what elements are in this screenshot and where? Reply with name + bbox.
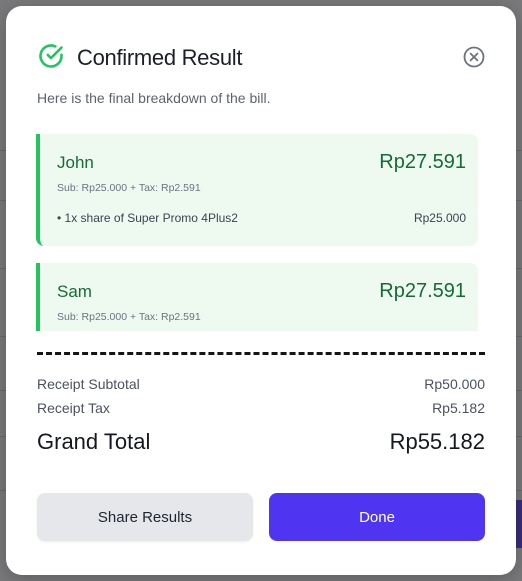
subtotal-row: Receipt Subtotal Rp50.000 xyxy=(37,376,485,394)
line-item-amount: Rp25.000 xyxy=(413,211,466,225)
tax-row: Receipt Tax Rp5.182 xyxy=(37,400,485,418)
grand-total-row: Grand Total Rp55.182 xyxy=(37,429,485,457)
person-card: Sam Rp27.591 Sub: Rp25.000 + Tax: Rp2.59… xyxy=(36,263,478,331)
tax-label: Receipt Tax xyxy=(37,400,110,416)
dialog-subtitle: Here is the final breakdown of the bill. xyxy=(37,90,271,106)
dashed-divider xyxy=(37,352,485,355)
person-breakdown: Sub: Rp25.000 + Tax: Rp2.591 xyxy=(57,311,201,323)
check-circle-icon xyxy=(39,44,63,68)
close-circle-icon[interactable] xyxy=(462,45,486,69)
person-total: Rp27.591 xyxy=(379,280,466,302)
person-name: John xyxy=(57,153,94,172)
person-card: John Rp27.591 Sub: Rp25.000 + Tax: Rp2.5… xyxy=(36,134,478,246)
dialog-title: Confirmed Result xyxy=(77,45,243,70)
subtotal-label: Receipt Subtotal xyxy=(37,376,140,392)
confirmed-result-dialog: Confirmed Result Here is the final break… xyxy=(6,6,516,575)
person-total: Rp27.591 xyxy=(379,151,466,173)
share-results-button[interactable]: Share Results xyxy=(37,493,253,541)
subtotal-value: Rp50.000 xyxy=(424,376,485,392)
done-button[interactable]: Done xyxy=(269,493,485,541)
dialog-header: Confirmed Result xyxy=(37,41,486,77)
tax-value: Rp5.182 xyxy=(432,400,485,416)
person-breakdown: Sub: Rp25.000 + Tax: Rp2.591 xyxy=(57,182,201,194)
grand-total-value: Rp55.182 xyxy=(389,429,485,454)
grand-total-label: Grand Total xyxy=(37,429,151,454)
person-name: Sam xyxy=(57,282,92,301)
line-item-label: • 1x share of Super Promo 4Plus2 xyxy=(57,211,238,225)
